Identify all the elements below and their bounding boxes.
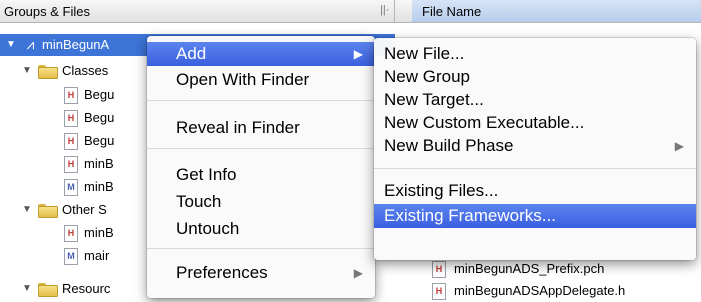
folder-icon: [38, 283, 58, 297]
header-file-icon: H: [64, 133, 78, 150]
column-gap: [395, 0, 412, 23]
header-file-icon: H: [64, 110, 78, 127]
implementation-file-icon: M: [64, 248, 78, 265]
menu-item-label: Add: [176, 44, 207, 63]
disclosure-open-icon[interactable]: ▼: [22, 199, 32, 221]
submenu-arrow-icon: ▶: [353, 266, 363, 280]
menu-item-label: Reveal in Finder: [176, 118, 300, 137]
file-name-column-header[interactable]: File Name: [412, 0, 701, 23]
menu-separator: [147, 100, 375, 101]
menu-item-label: Untouch: [176, 219, 240, 238]
file-label: Begu: [84, 110, 115, 125]
menu-item-label: New Custom Executable...: [384, 113, 585, 132]
menu-item-new-build-phase[interactable]: New Build Phase ▶: [374, 134, 696, 158]
add-submenu: New File... New Group New Target... New …: [374, 38, 696, 260]
menu-item-new-custom-executable[interactable]: New Custom Executable...: [374, 111, 696, 135]
folder-icon: [38, 65, 58, 79]
menu-item-touch[interactable]: Touch: [147, 190, 375, 214]
disclosure-open-icon[interactable]: ▼: [6, 34, 16, 56]
groups-files-header[interactable]: Groups & Files: [0, 0, 395, 23]
other-sources-label: Other S: [62, 202, 107, 217]
menu-separator: [147, 248, 375, 249]
menu-item-label: Existing Frameworks...: [384, 206, 556, 225]
file-label: minB: [84, 179, 114, 194]
file-name-header-label: File Name: [422, 4, 482, 19]
menu-item-label: Existing Files...: [384, 181, 499, 200]
menu-item-label: New Target...: [384, 90, 484, 109]
header-file-icon: H: [432, 283, 446, 300]
project-label: minBegunA: [42, 37, 110, 52]
file-label: Begu: [84, 133, 115, 148]
disclosure-open-icon[interactable]: ▼: [22, 278, 32, 300]
file-label: minB: [84, 225, 114, 240]
menu-item-new-target[interactable]: New Target...: [374, 88, 696, 112]
project-icon: ⩘: [26, 36, 35, 52]
implementation-file-icon: M: [64, 179, 78, 196]
split-handle-icon[interactable]: ||·: [380, 4, 389, 16]
disclosure-open-icon[interactable]: ▼: [22, 60, 32, 82]
file-label: Begu: [84, 87, 115, 102]
header-file-icon: H: [64, 225, 78, 242]
folder-icon: [38, 204, 58, 218]
menu-item-existing-frameworks[interactable]: Existing Frameworks...: [374, 204, 696, 228]
menu-item-label: Open With Finder: [176, 70, 310, 89]
menu-item-existing-files[interactable]: Existing Files...: [374, 179, 696, 203]
menu-item-new-group[interactable]: New Group: [374, 65, 696, 89]
resources-label: Resourc: [62, 281, 111, 296]
menu-item-add[interactable]: Add ▶: [147, 42, 375, 66]
context-menu: Add ▶ Open With Finder Reveal in Finder …: [147, 36, 375, 298]
menu-separator: [147, 148, 375, 149]
menu-item-open-with-finder[interactable]: Open With Finder: [147, 68, 375, 92]
menu-item-label: New File...: [384, 44, 465, 63]
file-list-row[interactable]: H minBegunADS_Prefix.pch: [412, 258, 701, 280]
menu-item-get-info[interactable]: Get Info: [147, 163, 375, 187]
menu-item-label: Preferences: [176, 263, 268, 282]
menu-item-untouch[interactable]: Untouch: [147, 217, 375, 241]
file-list-label: minBegunADSAppDelegate.h: [454, 283, 626, 298]
groups-files-header-label: Groups & Files: [4, 4, 90, 19]
submenu-arrow-icon: ▶: [353, 47, 363, 61]
file-list-row[interactable]: H minBegunADSAppDelegate.h: [412, 280, 701, 302]
menu-item-label: New Build Phase: [384, 136, 514, 155]
submenu-arrow-icon: ▶: [674, 139, 684, 153]
file-label: mair: [84, 248, 110, 263]
file-label: minB: [84, 156, 114, 171]
header-file-icon: H: [64, 156, 78, 173]
header-file-icon: H: [64, 87, 78, 104]
header-file-icon: H: [432, 261, 446, 278]
menu-item-reveal-in-finder[interactable]: Reveal in Finder: [147, 116, 375, 140]
menu-item-label: Get Info: [176, 165, 237, 184]
menu-separator: [374, 168, 696, 169]
file-list-label: minBegunADS_Prefix.pch: [454, 261, 605, 276]
menu-item-new-file[interactable]: New File...: [374, 42, 696, 66]
menu-item-preferences[interactable]: Preferences ▶: [147, 261, 375, 285]
classes-label: Classes: [62, 63, 109, 78]
menu-item-label: New Group: [384, 67, 470, 86]
menu-item-label: Touch: [176, 192, 222, 211]
